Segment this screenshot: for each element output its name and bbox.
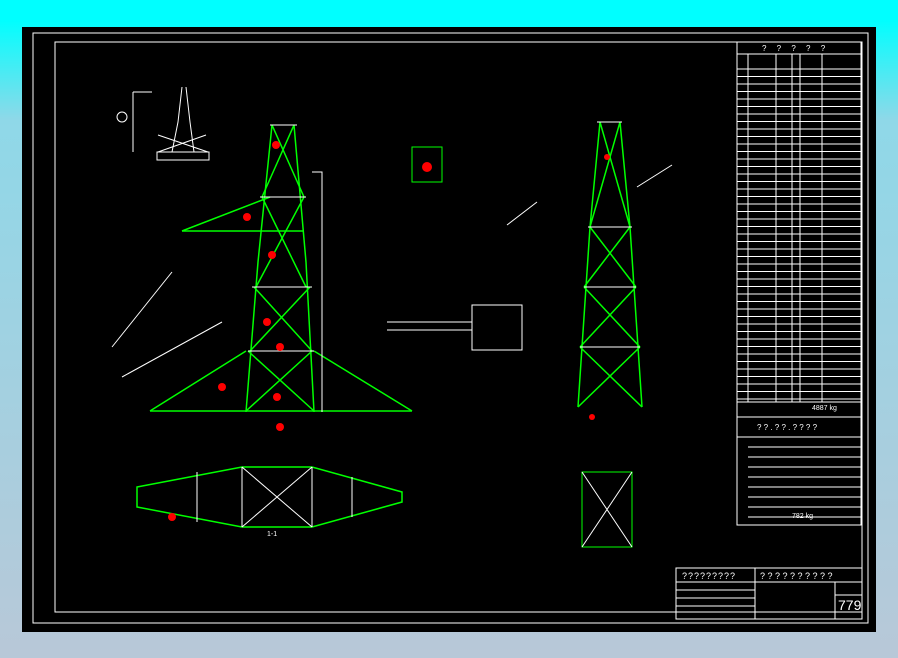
summary-table-header: ? ? . ? ? . ? ? ? ? <box>757 423 818 432</box>
cad-drawing-canvas[interactable]: ? ? ? ? ? 4887 kg ? ? . ? ? . ? ? ? ? 78… <box>22 27 876 632</box>
inner-border <box>54 41 863 613</box>
tower-plan-view <box>136 466 403 528</box>
section-label: 1-1 <box>267 531 278 538</box>
elevation-sketch <box>116 86 210 161</box>
tower-drawing <box>32 32 869 624</box>
tower-side-view <box>577 121 643 420</box>
tower-front-view <box>111 124 413 431</box>
sheet-number: 779 <box>838 597 862 613</box>
title-right: ? ? ? ? ? ? ? ? ? ? <box>760 571 833 581</box>
parts-table <box>736 41 862 526</box>
parts-table-header: ? ? ? ? ? <box>762 44 830 53</box>
parts-table-total: 4887 kg <box>812 405 837 412</box>
title-left: ????????? <box>682 571 737 581</box>
summary-table-total: 782 kg <box>792 513 814 520</box>
